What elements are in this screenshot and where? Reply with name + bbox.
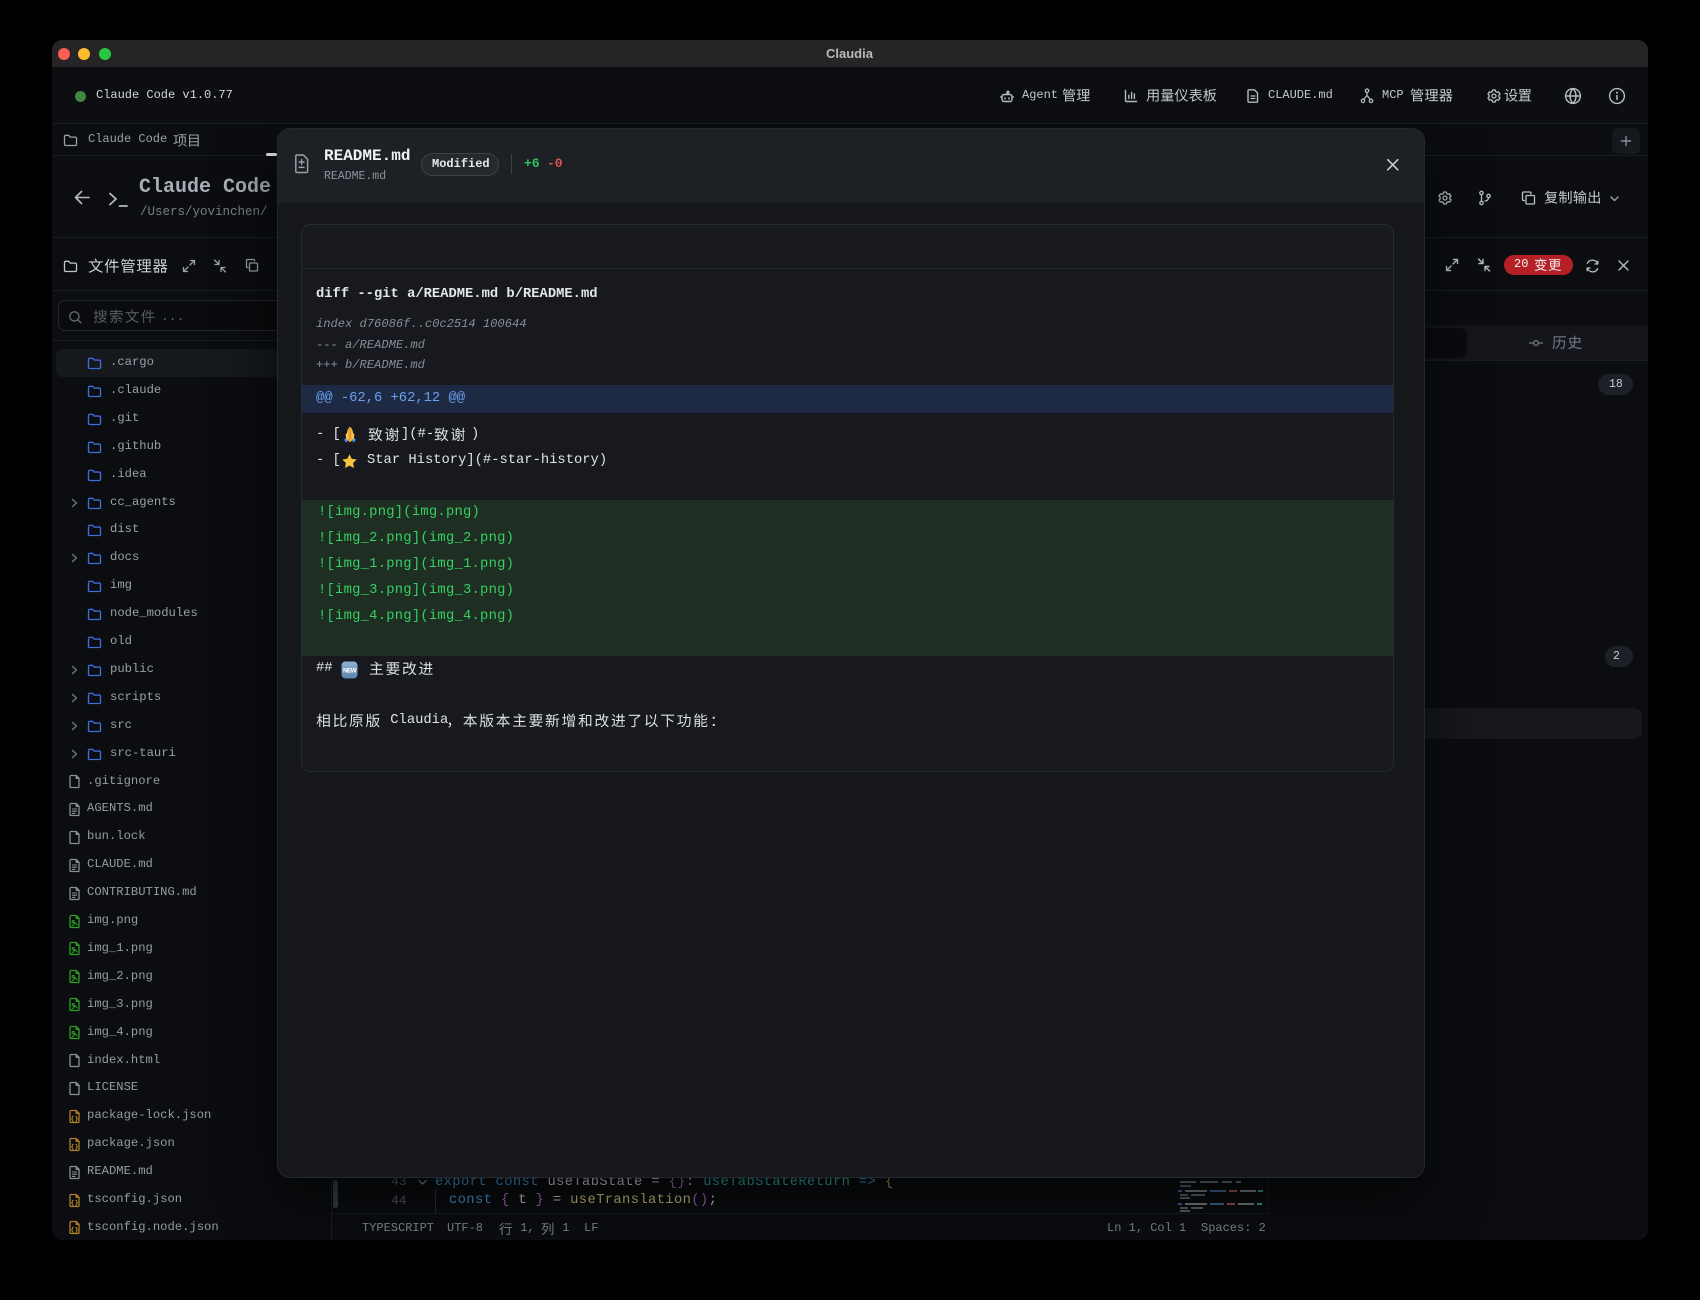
svg-text:NEW: NEW bbox=[343, 667, 358, 674]
